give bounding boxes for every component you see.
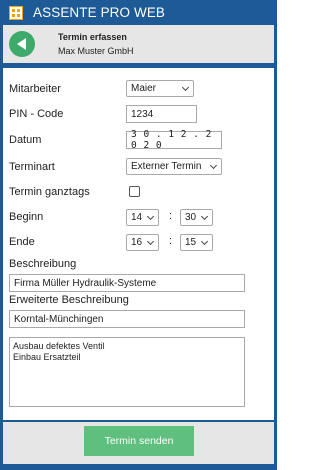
chevron-down-icon — [181, 83, 190, 92]
begin-minute-select[interactable]: 30 — [180, 209, 213, 226]
end-separator: : — [169, 235, 173, 247]
description-value: Firma Müller Hydraulik-Systeme — [14, 277, 157, 289]
back-arrow-icon — [16, 38, 26, 50]
app-grid-icon — [9, 5, 23, 20]
page-title: Termin erfassen — [58, 32, 127, 42]
end-label: Ende — [9, 236, 35, 248]
pin-value: 1234 — [131, 108, 154, 120]
send-appointment-button[interactable]: Termin senden — [84, 426, 194, 456]
begin-minute-value: 30 — [185, 212, 197, 223]
chevron-down-icon — [200, 212, 209, 221]
date-label: Datum — [9, 134, 42, 146]
notes-textarea[interactable]: Ausbau defektes Ventil Einbau Ersatzteil — [9, 337, 245, 407]
extended-description-input[interactable]: Korntal-Münchingen — [9, 310, 245, 328]
date-value: 3 0 . 1 2 . 2 0 2 0 — [131, 129, 212, 151]
begin-hour-value: 14 — [131, 212, 143, 223]
chevron-down-icon — [200, 237, 209, 246]
type-label: Terminart — [9, 161, 55, 173]
company-name: Max Muster GmbH — [58, 46, 134, 56]
pin-label: PIN - Code — [9, 108, 64, 120]
employee-value: Maier — [131, 83, 157, 94]
extended-description-value: Korntal-Münchingen — [14, 313, 104, 325]
chevron-down-icon — [146, 212, 155, 221]
end-hour-value: 16 — [131, 237, 143, 248]
page-header: Termin erfassen Max Muster GmbH — [3, 25, 274, 63]
chevron-down-icon — [146, 237, 155, 246]
employee-label: Mitarbeiter — [9, 83, 61, 95]
extended-description-label: Erweiterte Beschreibung — [9, 294, 129, 306]
description-input[interactable]: Firma Müller Hydraulik-Systeme — [9, 274, 245, 292]
back-button[interactable] — [9, 31, 35, 57]
all-day-checkbox[interactable] — [129, 186, 140, 197]
chevron-down-icon — [209, 161, 218, 170]
employee-select[interactable]: Maier — [126, 80, 194, 97]
end-minute-select[interactable]: 15 — [180, 234, 213, 251]
pin-input[interactable]: 1234 — [126, 105, 197, 123]
begin-hour-select[interactable]: 14 — [126, 209, 159, 226]
type-select[interactable]: Externer Termin — [126, 158, 222, 175]
begin-label: Beginn — [9, 211, 44, 223]
end-minute-value: 15 — [185, 237, 197, 248]
send-appointment-label: Termin senden — [104, 435, 174, 447]
footer-divider — [3, 420, 274, 422]
end-hour-select[interactable]: 16 — [126, 234, 159, 251]
bottom-bar — [0, 464, 277, 470]
header-text: Termin erfassen Max Muster GmbH — [58, 30, 134, 58]
app-bar: ASSENTE PRO WEB — [0, 0, 277, 25]
date-input[interactable]: 3 0 . 1 2 . 2 0 2 0 — [126, 129, 222, 151]
all-day-label: Termin ganztags — [9, 186, 90, 198]
description-label: Beschreibung — [9, 258, 77, 270]
appointment-form: Mitarbeiter Maier PIN - Code 1234 Datum … — [3, 68, 274, 420]
app-title: ASSENTE PRO WEB — [33, 5, 166, 20]
type-value: Externer Termin — [131, 161, 202, 172]
begin-separator: : — [169, 210, 173, 222]
